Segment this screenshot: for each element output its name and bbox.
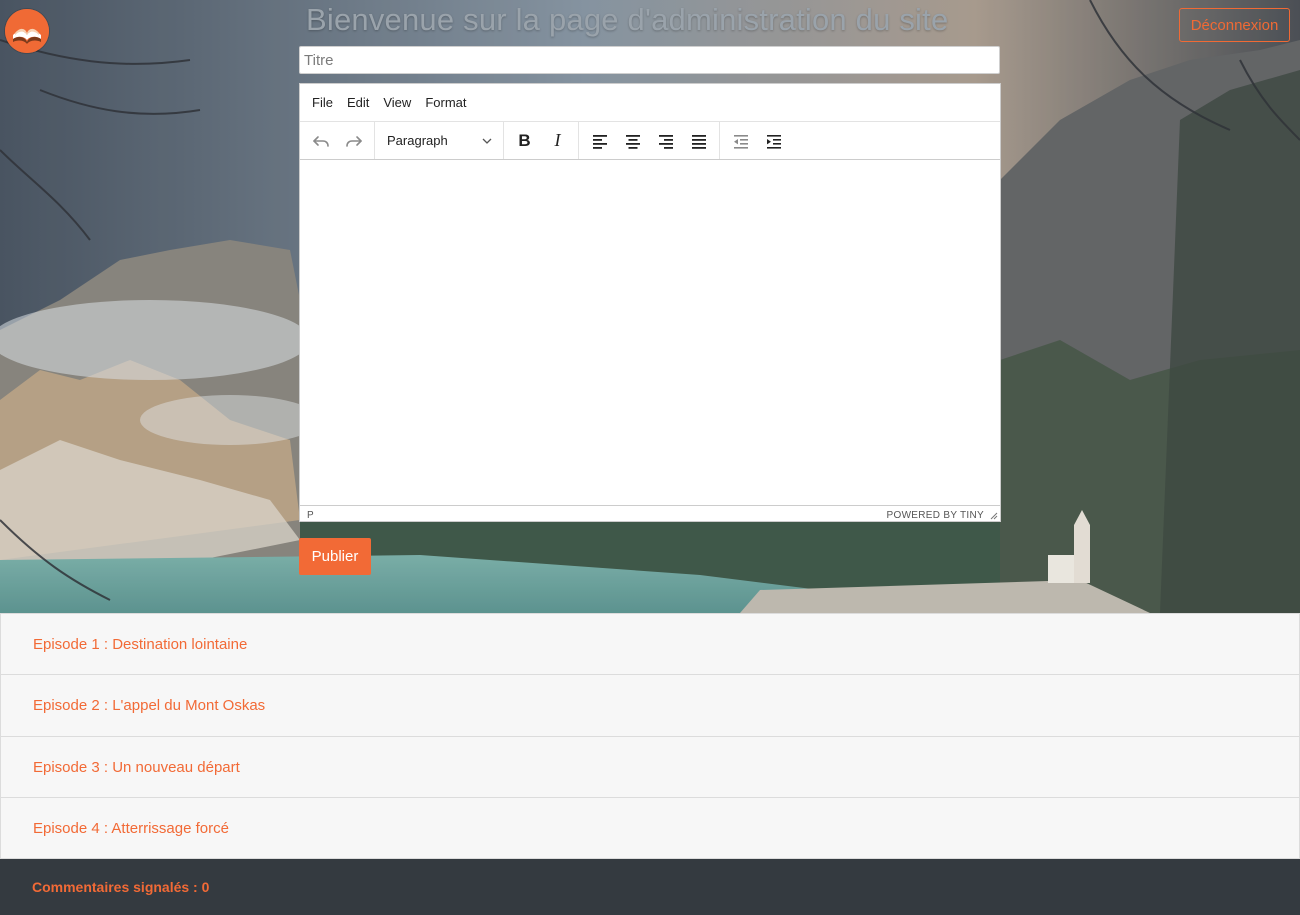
block-format-group: Paragraph bbox=[375, 122, 504, 159]
logo-book-icon bbox=[5, 9, 49, 53]
title-input[interactable] bbox=[299, 46, 1000, 74]
episode-item-3[interactable]: Episode 3 : Un nouveau départ bbox=[0, 737, 1300, 798]
indent-group bbox=[720, 122, 794, 159]
episode-item-1[interactable]: Episode 1 : Destination lointaine bbox=[0, 613, 1300, 675]
element-path[interactable]: P bbox=[307, 510, 314, 521]
indent-button[interactable] bbox=[757, 126, 790, 156]
bold-icon: B bbox=[518, 130, 531, 150]
page-title: Bienvenue sur la page d'administration d… bbox=[306, 2, 949, 37]
reported-comments-bar[interactable]: Commentaires signalés : 0 bbox=[0, 859, 1300, 915]
powered-by: POWERED BY TINY bbox=[887, 510, 998, 521]
publish-button[interactable]: Publier bbox=[299, 538, 371, 575]
block-format-value: Paragraph bbox=[387, 133, 448, 148]
align-group bbox=[579, 122, 720, 159]
rich-text-editor: File Edit View Format Paragraph B I P PO… bbox=[299, 83, 1001, 522]
editor-content-area[interactable] bbox=[300, 160, 1000, 505]
redo-icon bbox=[345, 135, 362, 147]
chevron-down-icon bbox=[482, 138, 492, 144]
history-group bbox=[300, 122, 375, 159]
episode-item-2[interactable]: Episode 2 : L'appel du Mont Oskas bbox=[0, 675, 1300, 737]
logout-button[interactable]: Déconnexion bbox=[1179, 8, 1290, 42]
hero-banner: Bienvenue sur la page d'administration d… bbox=[0, 0, 1300, 613]
editor-toolbar: Paragraph B I bbox=[300, 122, 1000, 160]
undo-icon bbox=[312, 135, 329, 147]
outdent-button[interactable] bbox=[724, 126, 757, 156]
align-left-icon bbox=[592, 134, 607, 149]
align-right-button[interactable] bbox=[649, 126, 682, 156]
align-center-button[interactable] bbox=[616, 126, 649, 156]
menu-file[interactable]: File bbox=[305, 91, 340, 114]
redo-button[interactable] bbox=[337, 126, 370, 156]
align-left-button[interactable] bbox=[583, 126, 616, 156]
episode-list: Episode 1 : Destination lointaine Episod… bbox=[0, 613, 1300, 859]
menu-format[interactable]: Format bbox=[418, 91, 473, 114]
editor-statusbar: P POWERED BY TINY bbox=[300, 505, 1000, 524]
site-logo[interactable] bbox=[5, 9, 49, 53]
bold-button[interactable]: B bbox=[508, 126, 541, 156]
outdent-icon bbox=[733, 134, 748, 149]
style-group: B I bbox=[504, 122, 579, 159]
undo-button[interactable] bbox=[304, 126, 337, 156]
editor-menubar: File Edit View Format bbox=[300, 84, 1000, 122]
resize-handle-icon[interactable] bbox=[988, 510, 998, 520]
align-center-icon bbox=[625, 134, 640, 149]
italic-icon: I bbox=[554, 130, 561, 150]
align-right-icon bbox=[658, 134, 673, 149]
menu-view[interactable]: View bbox=[376, 91, 418, 114]
menu-edit[interactable]: Edit bbox=[340, 91, 376, 114]
italic-button[interactable]: I bbox=[541, 126, 574, 156]
align-justify-button[interactable] bbox=[682, 126, 715, 156]
indent-icon bbox=[766, 134, 781, 149]
episode-item-4[interactable]: Episode 4 : Atterrissage forcé bbox=[0, 798, 1300, 859]
block-format-select[interactable]: Paragraph bbox=[379, 126, 499, 156]
align-justify-icon bbox=[691, 134, 706, 149]
powered-by-link[interactable]: POWERED BY TINY bbox=[887, 510, 984, 521]
reported-comments-label: Commentaires signalés : 0 bbox=[32, 879, 210, 895]
